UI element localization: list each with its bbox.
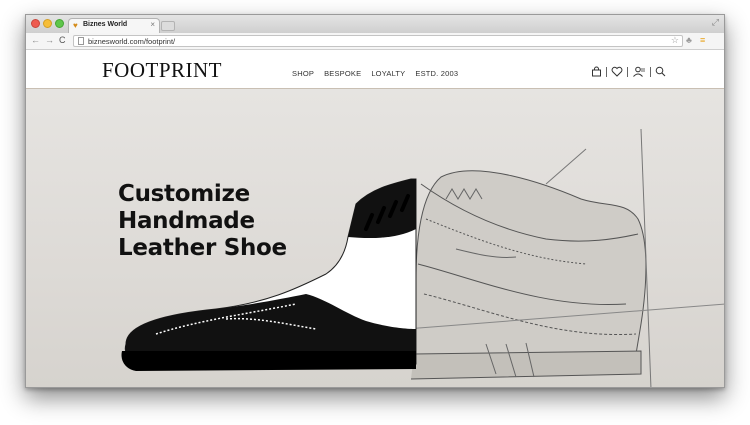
tab-strip: ♥ Biznes World × ⤢	[26, 15, 724, 34]
close-tab-icon[interactable]: ×	[150, 20, 155, 29]
headline-line: Customize	[118, 181, 250, 207]
headline-line: Leather Shoe	[118, 235, 287, 261]
forward-icon[interactable]: →	[45, 35, 54, 46]
favicon-icon: ♥	[73, 21, 78, 30]
site-logo[interactable]: FOOTPRINT	[102, 58, 222, 83]
back-icon[interactable]: ←	[31, 35, 40, 46]
hero-banner: Customize Handmade Leather Shoe	[26, 89, 724, 387]
nav-shop[interactable]: SHOP	[292, 69, 314, 78]
new-tab-button[interactable]	[161, 21, 175, 31]
address-bar[interactable]: biznesworld.com/footprint/ ☆	[73, 35, 683, 47]
bag-icon[interactable]	[591, 66, 602, 77]
extension-icon[interactable]: ♣	[686, 35, 692, 46]
browser-window: ♥ Biznes World × ⤢ ← → C biznesworld.com…	[25, 14, 725, 388]
hero-headline: Customize Handmade Leather Shoe	[118, 181, 287, 262]
page-icon	[78, 37, 84, 45]
menu-icon[interactable]: ≡	[700, 35, 705, 46]
nav-loyalty[interactable]: LOYALTY	[371, 69, 405, 78]
browser-tab[interactable]: ♥ Biznes World ×	[68, 18, 160, 34]
bookmark-star-icon[interactable]: ☆	[671, 35, 679, 46]
fullscreen-icon[interactable]: ⤢	[712, 17, 719, 28]
divider	[627, 66, 628, 77]
utility-icons	[591, 66, 666, 77]
nav-established[interactable]: ESTD. 2003	[415, 69, 458, 78]
browser-toolbar: ← → C biznesworld.com/footprint/ ☆ ♣ ≡	[26, 33, 724, 50]
main-nav: SHOP BESPOKE LOYALTY ESTD. 2003	[292, 69, 458, 78]
account-icon[interactable]	[632, 66, 646, 77]
reload-icon[interactable]: C	[59, 35, 66, 46]
site-header: FOOTPRINT SHOP BESPOKE LOYALTY ESTD. 200…	[26, 50, 724, 89]
heart-icon[interactable]	[611, 66, 623, 77]
divider	[650, 66, 651, 77]
url-text: biznesworld.com/footprint/	[88, 37, 176, 46]
zoom-window-button[interactable]	[55, 19, 64, 28]
divider	[606, 66, 607, 77]
close-window-button[interactable]	[31, 19, 40, 28]
minimize-window-button[interactable]	[43, 19, 52, 28]
tab-title: Biznes World	[83, 21, 128, 28]
nav-bespoke[interactable]: BESPOKE	[324, 69, 361, 78]
search-icon[interactable]	[655, 66, 666, 77]
headline-line: Handmade	[118, 208, 255, 234]
